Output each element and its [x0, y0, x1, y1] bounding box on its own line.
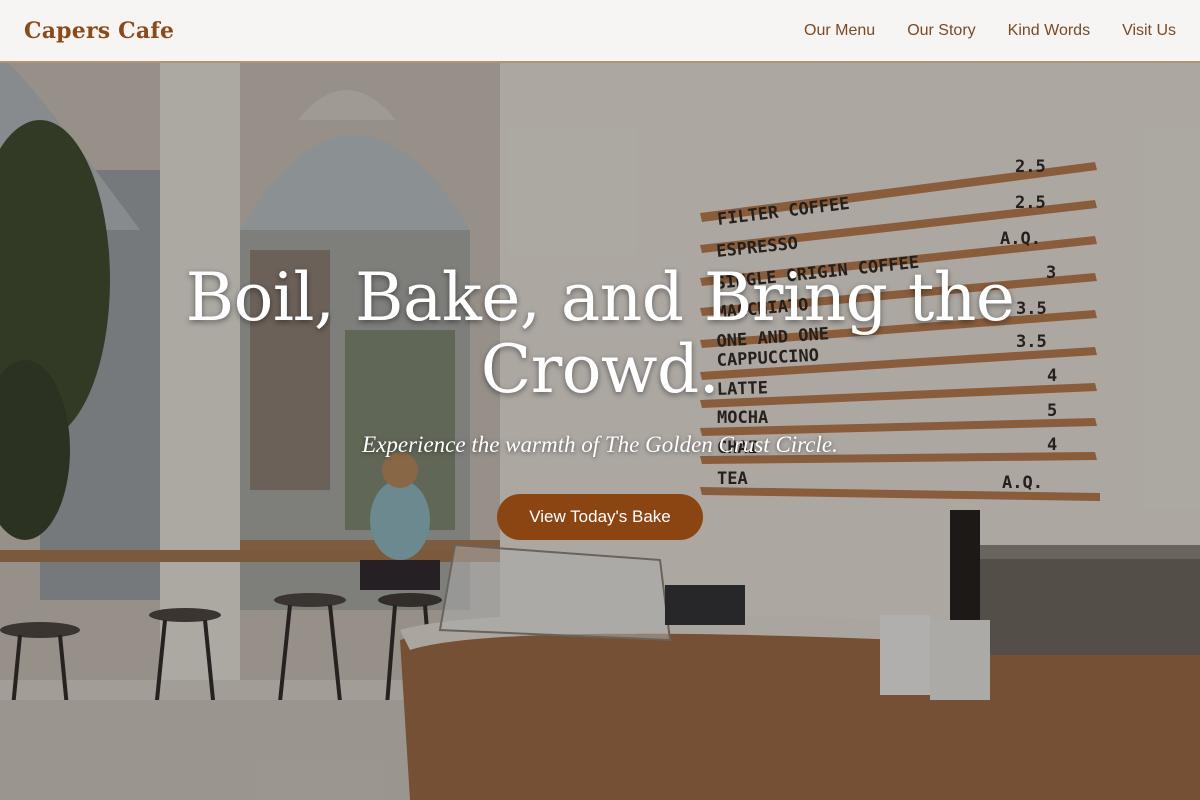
- brand-logo-link[interactable]: Capers Cafe: [24, 18, 174, 44]
- hero-headline: Boil, Bake, and Bring the Crowd.: [185, 259, 1015, 408]
- nav-link-kind-words[interactable]: Kind Words: [1008, 22, 1090, 40]
- site-header: Capers Cafe Our Menu Our Story Kind Word…: [0, 0, 1200, 63]
- view-todays-bake-button[interactable]: View Today's Bake: [497, 494, 703, 540]
- nav-link-our-story[interactable]: Our Story: [907, 22, 975, 40]
- hero-section: Boil, Bake, and Bring the Crowd. Experie…: [0, 262, 1200, 540]
- nav-link-our-menu[interactable]: Our Menu: [804, 22, 875, 40]
- nav-link-visit-us[interactable]: Visit Us: [1122, 22, 1176, 40]
- main-nav: Our Menu Our Story Kind Words Visit Us: [804, 22, 1176, 40]
- hero-tagline: Experience the warmth of The Golden Crus…: [362, 432, 838, 457]
